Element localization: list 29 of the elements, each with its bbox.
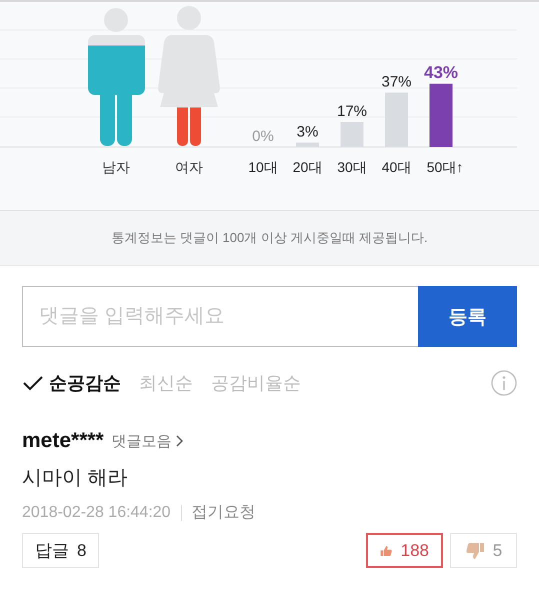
comment-date: 2018-02-28 16:44:20	[22, 504, 171, 522]
chevron-icon	[176, 435, 183, 447]
info-icon[interactable]	[491, 370, 517, 396]
category-label: 10대	[248, 159, 278, 175]
comment-input-field[interactable]: 댓글을 입력해주세요	[22, 286, 418, 347]
value-label: 37%	[381, 74, 412, 91]
sort-tab[interactable]: 순공감순	[22, 371, 121, 395]
thumbs-down-icon	[464, 542, 485, 560]
report-link[interactable]: 접기요청	[192, 502, 256, 523]
username: mete****	[22, 429, 104, 453]
category-label: 50대↑	[426, 159, 464, 175]
bar	[430, 84, 452, 147]
category-label: 20대	[292, 159, 322, 175]
comment-text: 시마이 해라	[22, 466, 129, 491]
like-button[interactable]: 188	[366, 533, 443, 568]
value-label: 0%	[252, 128, 274, 145]
value-label: 3%	[296, 124, 318, 141]
gender-label: 여자	[175, 159, 203, 175]
dislike-button[interactable]: 5	[450, 533, 517, 568]
submit-button[interactable]: 등록	[418, 286, 517, 347]
value-label: 43%	[424, 62, 458, 82]
value-label: 17%	[336, 103, 368, 120]
notice-text: 통계정보는 댓글이 100개 이상 게시중일때 제공됩니다.	[111, 229, 428, 247]
comment-collection-link[interactable]: 댓글모음	[112, 432, 183, 450]
gender-label: 남자	[102, 159, 130, 175]
check-icon	[22, 375, 44, 391]
category-label: 30대	[337, 159, 367, 175]
reply-button[interactable]: 답글 8	[22, 533, 100, 568]
category-label: 40대	[382, 159, 412, 175]
